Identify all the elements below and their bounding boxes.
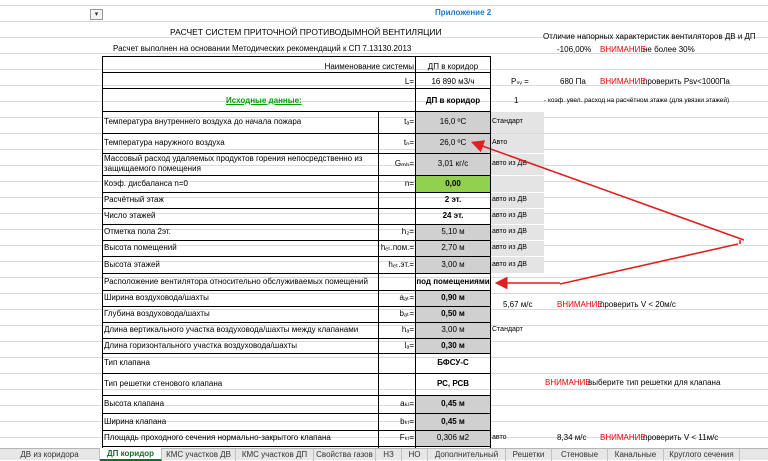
annotation-arrows: [470, 140, 745, 290]
sheet-tab[interactable]: Дополнительный: [428, 449, 506, 461]
sheet-tab[interactable]: ДП коридор: [100, 448, 162, 461]
table-border: [415, 56, 416, 448]
table-border: [102, 72, 490, 73]
table-border: [102, 111, 490, 112]
sheet-tab[interactable]: ДВ из коридора: [0, 449, 100, 461]
table-border: [490, 56, 491, 448]
sheet-tab[interactable]: КМС участков ДП: [236, 449, 314, 461]
spreadsheet-grid[interactable]: ▾ Приложение 2 РАСЧЕТ СИСТЕМ ПРИТОЧНОЙ П…: [0, 0, 768, 448]
sheet-tab[interactable]: Канальные: [608, 449, 664, 461]
table-border: [378, 111, 379, 448]
sheet-tab[interactable]: НО: [402, 449, 428, 461]
sheet-tab[interactable]: КМС участков ДВ: [162, 449, 236, 461]
arrow-from-arrow-origin: [559, 243, 739, 285]
sheet-tab[interactable]: НЗ: [376, 449, 402, 461]
sheet-tab[interactable]: Свойства газов: [314, 449, 376, 461]
arrow-to-outdoor-temp: [470, 140, 745, 241]
sheet-tab-bar: ДВ из коридора ДП коридор КМС участков ДВ К…: [0, 448, 768, 461]
table-border: [102, 56, 103, 448]
sheet-tab[interactable]: Стеновые: [552, 449, 608, 461]
table-border: [102, 56, 490, 57]
table-border: [102, 88, 490, 89]
sheet-tab[interactable]: Решетки: [506, 449, 552, 461]
sheet-tab[interactable]: Круглого сечения: [664, 449, 740, 461]
